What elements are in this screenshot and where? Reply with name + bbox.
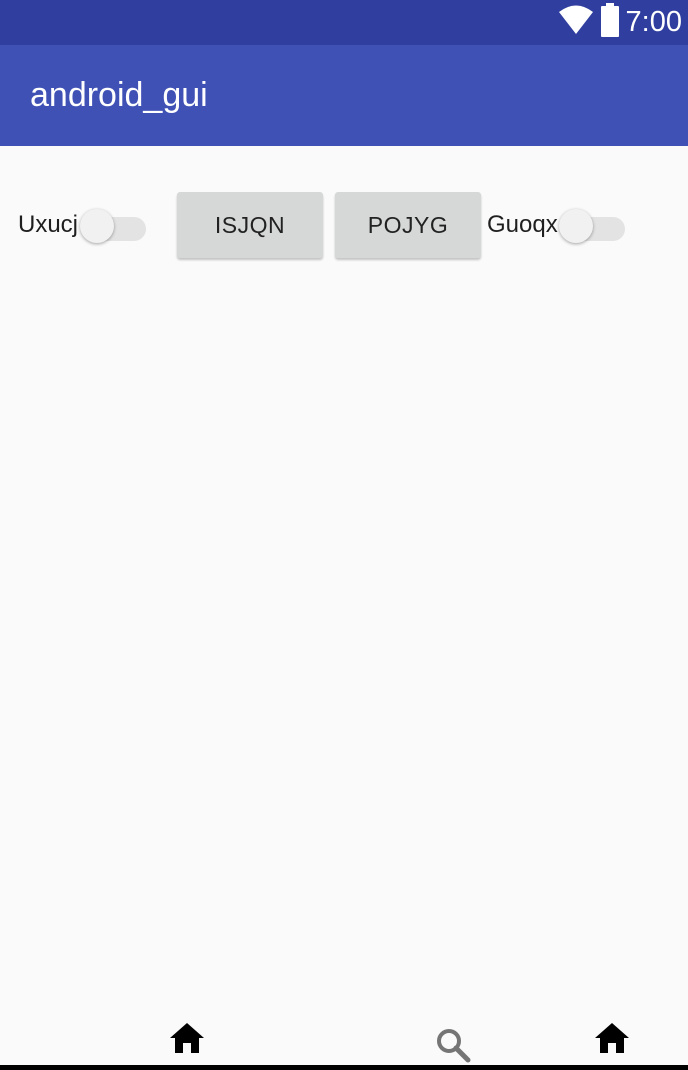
search-icon[interactable] xyxy=(436,1028,472,1069)
home-icon[interactable] xyxy=(594,1022,630,1059)
switch-uxucj-label: Uxucj xyxy=(18,211,79,238)
home-icon[interactable] xyxy=(169,1022,205,1059)
status-icons: 7:00 xyxy=(558,0,682,45)
wifi-icon xyxy=(558,5,594,40)
battery-icon xyxy=(600,3,620,42)
switch-thumb xyxy=(559,209,593,243)
switch-guoqx[interactable] xyxy=(559,209,625,243)
bottom-divider xyxy=(0,1065,688,1070)
switch-guoqx-label: Guoqx xyxy=(487,211,558,238)
switch-uxucj[interactable] xyxy=(80,209,146,243)
status-bar: 7:00 xyxy=(0,0,688,45)
pojyg-button[interactable]: POJYG xyxy=(335,192,481,258)
status-time: 7:00 xyxy=(625,6,682,38)
isjqn-button[interactable]: ISJQN xyxy=(177,192,323,258)
app-bar: android_gui xyxy=(0,45,688,146)
controls-row: Uxucj ISJQN POJYG Guoqx xyxy=(0,192,688,260)
app-title: android_gui xyxy=(30,76,208,114)
bottom-nav xyxy=(0,1000,688,1070)
switch-thumb xyxy=(80,209,114,243)
